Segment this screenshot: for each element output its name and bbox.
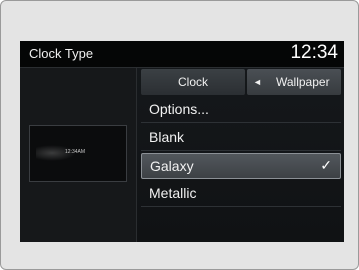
page-frame: Clock Type 12:34 12:34AM Clock ◄ Wallpap… [0, 0, 359, 270]
clock-time: 12:34 [290, 42, 338, 63]
tab-wallpaper[interactable]: ◄ Wallpaper [247, 69, 341, 95]
checkmark-icon: ✓ [320, 157, 332, 173]
menu-item-metallic[interactable]: Metallic [141, 181, 341, 207]
menu-item-galaxy[interactable]: Galaxy ✓ [141, 153, 341, 179]
display-screen: Clock Type 12:34 12:34AM Clock ◄ Wallpap… [20, 41, 344, 242]
menu-item-blank[interactable]: Blank [141, 125, 341, 151]
menu-item-options[interactable]: Options... [141, 97, 341, 123]
preview-panel: 12:34AM [20, 68, 137, 242]
left-arrow-icon: ◄ [253, 77, 262, 87]
tab-wallpaper-label: Wallpaper [276, 75, 330, 89]
preview-time: 12:34AM [65, 149, 86, 155]
menu-item-label: Options... [149, 101, 209, 117]
menu-item-label: Metallic [149, 185, 197, 201]
tab-clock[interactable]: Clock [141, 69, 245, 95]
menu-item-label: Blank [149, 129, 185, 145]
page-title: Clock Type [29, 46, 94, 61]
header-bar: Clock Type 12:34 [20, 41, 344, 68]
clock-preview: 12:34AM [29, 125, 127, 182]
menu-item-label: Galaxy [150, 158, 194, 174]
tab-clock-label: Clock [177, 75, 208, 89]
options-panel: Clock ◄ Wallpaper Options... Blank Galax… [137, 68, 344, 242]
